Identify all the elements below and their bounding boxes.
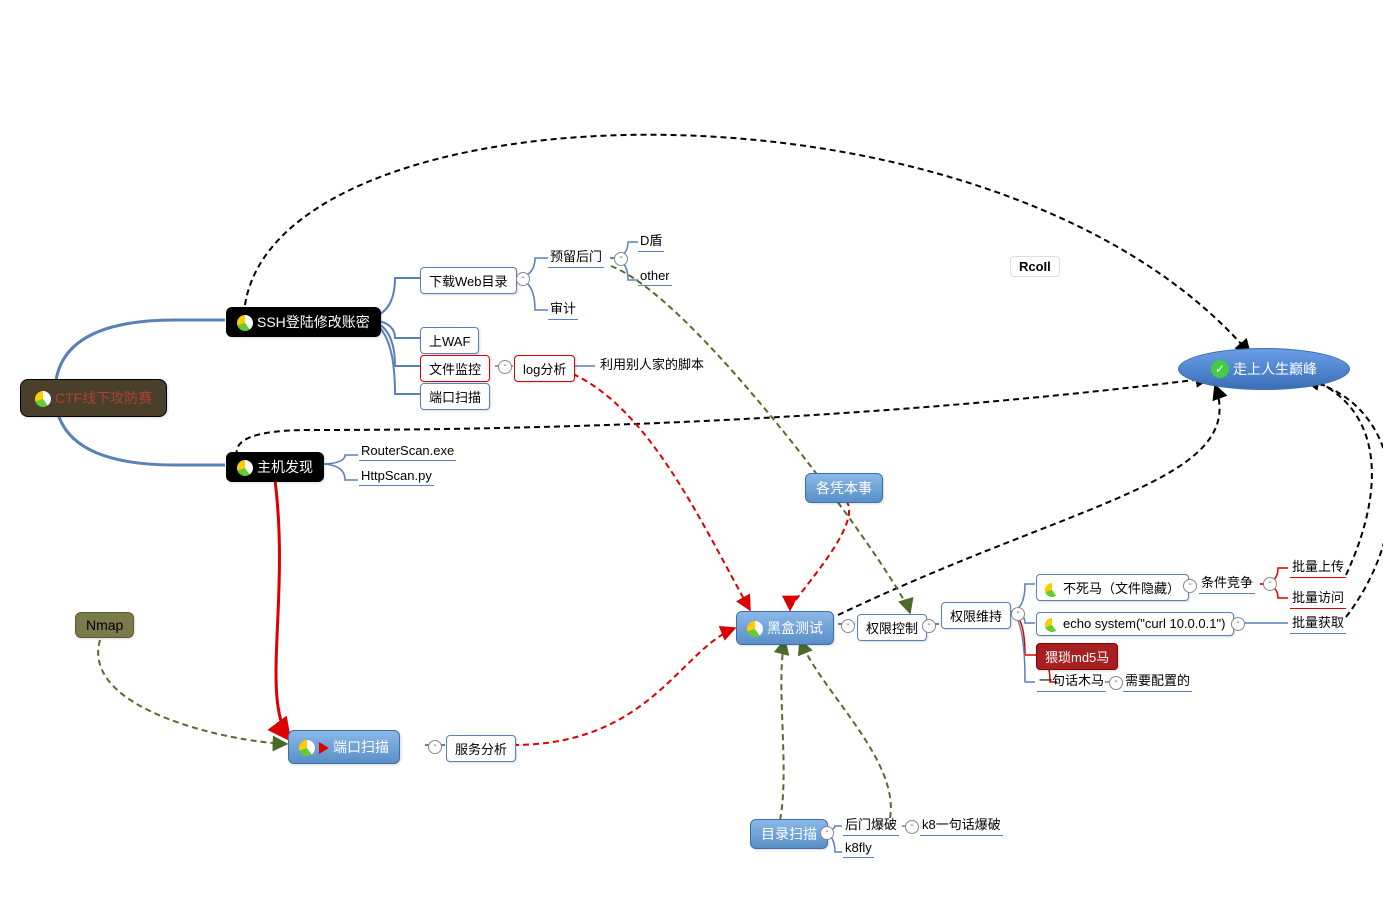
batch-visit-text[interactable]: 批量访问: [1290, 585, 1346, 609]
batch-upload-text[interactable]: 批量上传: [1290, 554, 1346, 578]
nmap-node[interactable]: Nmap: [75, 612, 134, 638]
expand-icon[interactable]: -: [841, 619, 855, 633]
expand-icon[interactable]: -: [1263, 577, 1277, 591]
expand-icon[interactable]: -: [516, 272, 530, 286]
expand-icon[interactable]: -: [614, 252, 628, 266]
log-analysis-label: log分析: [523, 362, 566, 377]
author-label: RcoIl: [1010, 256, 1060, 277]
md5-horse-label: 猥琐md5马: [1045, 650, 1109, 665]
climb-label: 走上人生巅峰: [1233, 359, 1317, 379]
pie-icon: [299, 740, 315, 756]
host-discovery-label: 主机发现: [257, 459, 313, 475]
service-analysis-label: 服务分析: [455, 742, 507, 757]
dir-scan-label: 目录扫描: [761, 826, 817, 842]
pie-icon: [747, 621, 763, 637]
k8fly-text[interactable]: k8fly: [843, 838, 874, 858]
expand-icon[interactable]: -: [1109, 676, 1123, 690]
port-scan-sub-label: 端口扫描: [429, 390, 481, 405]
http-scan-text[interactable]: HttpScan.py: [359, 466, 434, 486]
expand-icon[interactable]: -: [922, 619, 936, 633]
priv-maintain-node[interactable]: 权限维持: [941, 602, 1011, 629]
echo-system-node[interactable]: echo system("curl 10.0.0.1"): [1036, 612, 1234, 636]
log-analysis-node[interactable]: log分析: [514, 355, 575, 382]
root-node[interactable]: CTF线下攻防赛: [20, 379, 167, 417]
upload-waf-label: 上WAF: [429, 334, 470, 349]
expand-icon[interactable]: -: [498, 360, 512, 374]
pie-icon: [237, 315, 253, 331]
expand-icon[interactable]: -: [1183, 579, 1197, 593]
download-web-node[interactable]: 下载Web目录: [420, 267, 517, 294]
download-web-label: 下载Web目录: [429, 274, 508, 289]
pie-icon: [1045, 618, 1059, 632]
check-icon: ✓: [1211, 360, 1229, 378]
file-monitor-label: 文件监控: [429, 362, 481, 377]
priv-control-label: 权限控制: [866, 621, 918, 636]
pie-icon: [237, 460, 253, 476]
port-scan-node[interactable]: 端口扫描: [288, 730, 400, 764]
audit-text[interactable]: 审计: [548, 296, 578, 320]
pie-icon: [35, 391, 51, 407]
expand-icon[interactable]: -: [1231, 617, 1245, 631]
pie-icon: [1045, 583, 1059, 597]
other-text[interactable]: other: [638, 266, 672, 286]
flag-icon: [319, 742, 329, 754]
need-config-text[interactable]: 需要配置的: [1123, 668, 1192, 692]
expand-icon[interactable]: -: [820, 826, 834, 840]
immortal-label: 不死马（文件隐藏）: [1063, 581, 1180, 596]
backdoor-reserved-text[interactable]: 预留后门: [548, 244, 604, 268]
blackbox-node[interactable]: 黑盒测试: [736, 611, 834, 645]
host-discovery-node[interactable]: 主机发现: [226, 452, 324, 482]
backdoor-brute-text[interactable]: 后门爆破: [843, 812, 899, 836]
priv-maintain-label: 权限维持: [950, 609, 1002, 624]
skill-node[interactable]: 各凭本事: [805, 473, 883, 503]
priv-control-node[interactable]: 权限控制: [857, 614, 927, 641]
nmap-label: Nmap: [86, 617, 123, 633]
race-condition-text[interactable]: 条件竞争: [1199, 570, 1255, 594]
skill-label: 各凭本事: [816, 480, 872, 496]
use-others-script-text: 利用别人家的脚本: [598, 352, 706, 375]
ssh-label: SSH登陆修改账密: [257, 314, 370, 330]
d-shield-text[interactable]: D盾: [638, 228, 664, 252]
root-label: CTF线下攻防赛: [55, 390, 152, 406]
immortal-node[interactable]: 不死马（文件隐藏）: [1036, 574, 1189, 601]
batch-get-text[interactable]: 批量获取: [1290, 610, 1346, 634]
echo-system-label: echo system("curl 10.0.0.1"): [1063, 616, 1225, 631]
router-scan-text[interactable]: RouterScan.exe: [359, 441, 456, 461]
expand-icon[interactable]: -: [905, 820, 919, 834]
dir-scan-node[interactable]: 目录扫描: [750, 819, 828, 849]
climb-node[interactable]: ✓走上人生巅峰: [1178, 348, 1350, 390]
blackbox-label: 黑盒测试: [767, 620, 823, 636]
port-scan-sub-node[interactable]: 端口扫描: [420, 383, 490, 410]
port-scan-label: 端口扫描: [333, 739, 389, 755]
expand-icon[interactable]: -: [1011, 607, 1025, 621]
md5-horse-node[interactable]: 猥琐md5马: [1036, 643, 1118, 670]
file-monitor-node[interactable]: 文件监控: [420, 355, 490, 382]
service-analysis-node[interactable]: 服务分析: [446, 735, 516, 762]
ssh-node[interactable]: SSH登陆修改账密: [226, 307, 381, 337]
k8-brute-text[interactable]: k8一句话爆破: [920, 812, 1003, 836]
upload-waf-node[interactable]: 上WAF: [420, 327, 479, 354]
webshell-text[interactable]: 一句话木马: [1037, 668, 1106, 692]
expand-icon[interactable]: -: [428, 740, 442, 754]
